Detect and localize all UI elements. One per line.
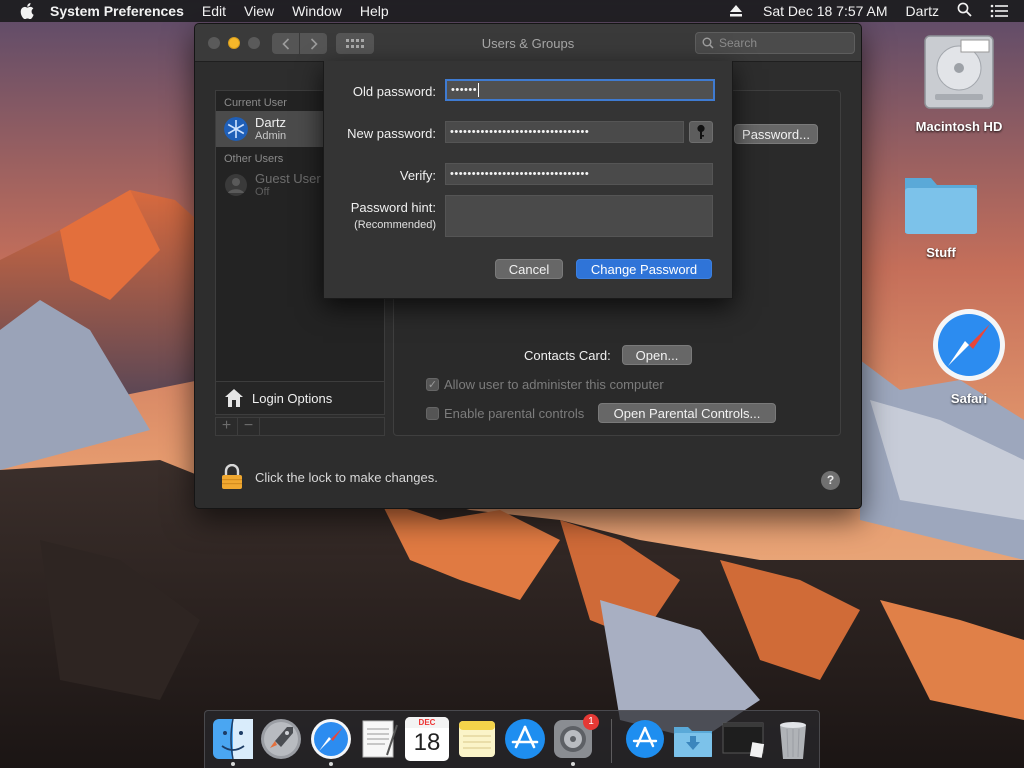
- search-icon: [702, 37, 714, 49]
- calendar-icon[interactable]: DEC 18: [405, 717, 449, 761]
- remove-user-button[interactable]: −: [238, 418, 260, 435]
- password-hint-sublabel: (Recommended): [354, 219, 436, 231]
- menubar-clock[interactable]: Sat Dec 18 7:57 AM: [763, 3, 888, 19]
- trash-icon[interactable]: [771, 717, 815, 761]
- folder-icon: [905, 178, 977, 234]
- spotlight-search-icon[interactable]: [957, 2, 972, 20]
- new-password-label: New password:: [347, 126, 436, 141]
- new-password-field[interactable]: ••••••••••••••••••••••••••••••••: [445, 121, 684, 143]
- help-button[interactable]: ?: [821, 471, 840, 490]
- change-password-sheet: Old password: •••••• New password: •••••…: [323, 61, 733, 299]
- login-options-label: Login Options: [252, 390, 333, 406]
- downloads-folder-icon[interactable]: [671, 717, 715, 761]
- search-input[interactable]: [719, 36, 839, 50]
- dock-separator: [611, 719, 612, 763]
- cancel-button[interactable]: Cancel: [495, 259, 563, 279]
- dock-running-indicator: [571, 762, 575, 766]
- verify-label: Verify:: [399, 168, 436, 183]
- dock: DEC 18 1: [204, 710, 820, 768]
- app-store-icon[interactable]: [503, 717, 547, 761]
- desktop-icon-stuff[interactable]: Stuff: [886, 168, 996, 260]
- admin-checkbox-row[interactable]: ✓ Allow user to administer this computer: [426, 377, 664, 392]
- current-user-role: Admin: [255, 129, 287, 142]
- parental-checkbox-row[interactable]: Enable parental controls: [426, 406, 584, 421]
- menubar-user[interactable]: Dartz: [906, 3, 939, 19]
- parental-checkbox-label: Enable parental controls: [444, 406, 585, 421]
- new-password-value: ••••••••••••••••••••••••••••••••: [450, 126, 590, 138]
- dock-running-indicator: [329, 762, 333, 766]
- screenshot-stack-icon[interactable]: [721, 717, 765, 761]
- search-box[interactable]: [695, 32, 855, 54]
- desktop-icon-macintosh-hd[interactable]: Macintosh HD: [904, 32, 1014, 134]
- window-titlebar: Users & Groups: [195, 24, 861, 62]
- desktop-icon-safari[interactable]: Safari: [914, 306, 1024, 406]
- calendar-day: 18: [413, 729, 441, 756]
- old-password-value: ••••••: [451, 84, 478, 96]
- guest-avatar-icon: [225, 174, 247, 196]
- old-password-label: Old password:: [352, 84, 436, 99]
- add-user-button[interactable]: +: [216, 418, 238, 435]
- add-remove-bar: + −: [215, 417, 385, 436]
- password-hint-field[interactable]: [445, 195, 713, 237]
- safari-icon[interactable]: [309, 717, 353, 761]
- house-icon: [225, 389, 243, 407]
- desktop-icon-label: Safari: [950, 391, 988, 406]
- open-parental-controls-button[interactable]: Open Parental Controls...: [598, 403, 776, 423]
- change-password-confirm-button[interactable]: Change Password: [576, 259, 712, 279]
- admin-checkbox-label: Allow user to administer this computer: [444, 377, 664, 392]
- notification-badge: 1: [583, 714, 599, 730]
- apple-menu-icon[interactable]: [18, 2, 36, 20]
- notes-icon[interactable]: [455, 717, 499, 761]
- change-password-button[interactable]: Password...: [734, 124, 818, 144]
- guest-user-role: Off: [255, 185, 270, 198]
- eject-icon[interactable]: [729, 4, 743, 18]
- snowflake-avatar-icon: [224, 117, 248, 141]
- menu-view[interactable]: View: [244, 3, 274, 19]
- launchpad-rocket-icon[interactable]: [259, 717, 303, 761]
- desktop-icon-label: Stuff: [926, 245, 956, 260]
- verify-password-field[interactable]: ••••••••••••••••••••••••••••••••: [445, 163, 713, 185]
- calendar-month: DEC: [405, 717, 449, 728]
- hard-drive-icon: [924, 35, 994, 109]
- lock-icon[interactable]: [221, 464, 243, 490]
- menu-window[interactable]: Window: [292, 3, 342, 19]
- parental-checkbox[interactable]: [426, 407, 439, 420]
- dock-running-indicator: [231, 762, 235, 766]
- contacts-card-label: Contacts Card:: [524, 348, 611, 363]
- menu-edit[interactable]: Edit: [202, 3, 226, 19]
- admin-checkbox[interactable]: ✓: [426, 378, 439, 391]
- textedit-icon[interactable]: [357, 717, 401, 761]
- desktop-icon-label: Macintosh HD: [915, 119, 1003, 134]
- notification-center-icon[interactable]: [990, 4, 1008, 18]
- old-password-field[interactable]: ••••••: [445, 79, 715, 101]
- key-icon: [697, 124, 705, 139]
- lock-message: Click the lock to make changes.: [255, 469, 438, 485]
- lock-area[interactable]: Click the lock to make changes.: [221, 464, 438, 490]
- contacts-open-button[interactable]: Open...: [622, 345, 692, 365]
- menu-help[interactable]: Help: [360, 3, 389, 19]
- text-caret: [478, 83, 480, 98]
- menu-bar: System Preferences Edit View Window Help…: [0, 0, 1024, 22]
- menu-app-name[interactable]: System Preferences: [50, 3, 184, 19]
- verify-password-value: ••••••••••••••••••••••••••••••••: [450, 168, 590, 180]
- finder-icon[interactable]: [211, 717, 255, 761]
- password-hint-label: Password hint:: [350, 200, 436, 215]
- applications-stack-icon[interactable]: [623, 717, 667, 761]
- guest-user-name: Guest User: [255, 170, 321, 186]
- login-options-item[interactable]: Login Options: [215, 381, 385, 415]
- current-user-name: Dartz: [255, 114, 287, 130]
- password-assistant-button[interactable]: [689, 121, 713, 143]
- safari-compass-icon: [933, 309, 1005, 381]
